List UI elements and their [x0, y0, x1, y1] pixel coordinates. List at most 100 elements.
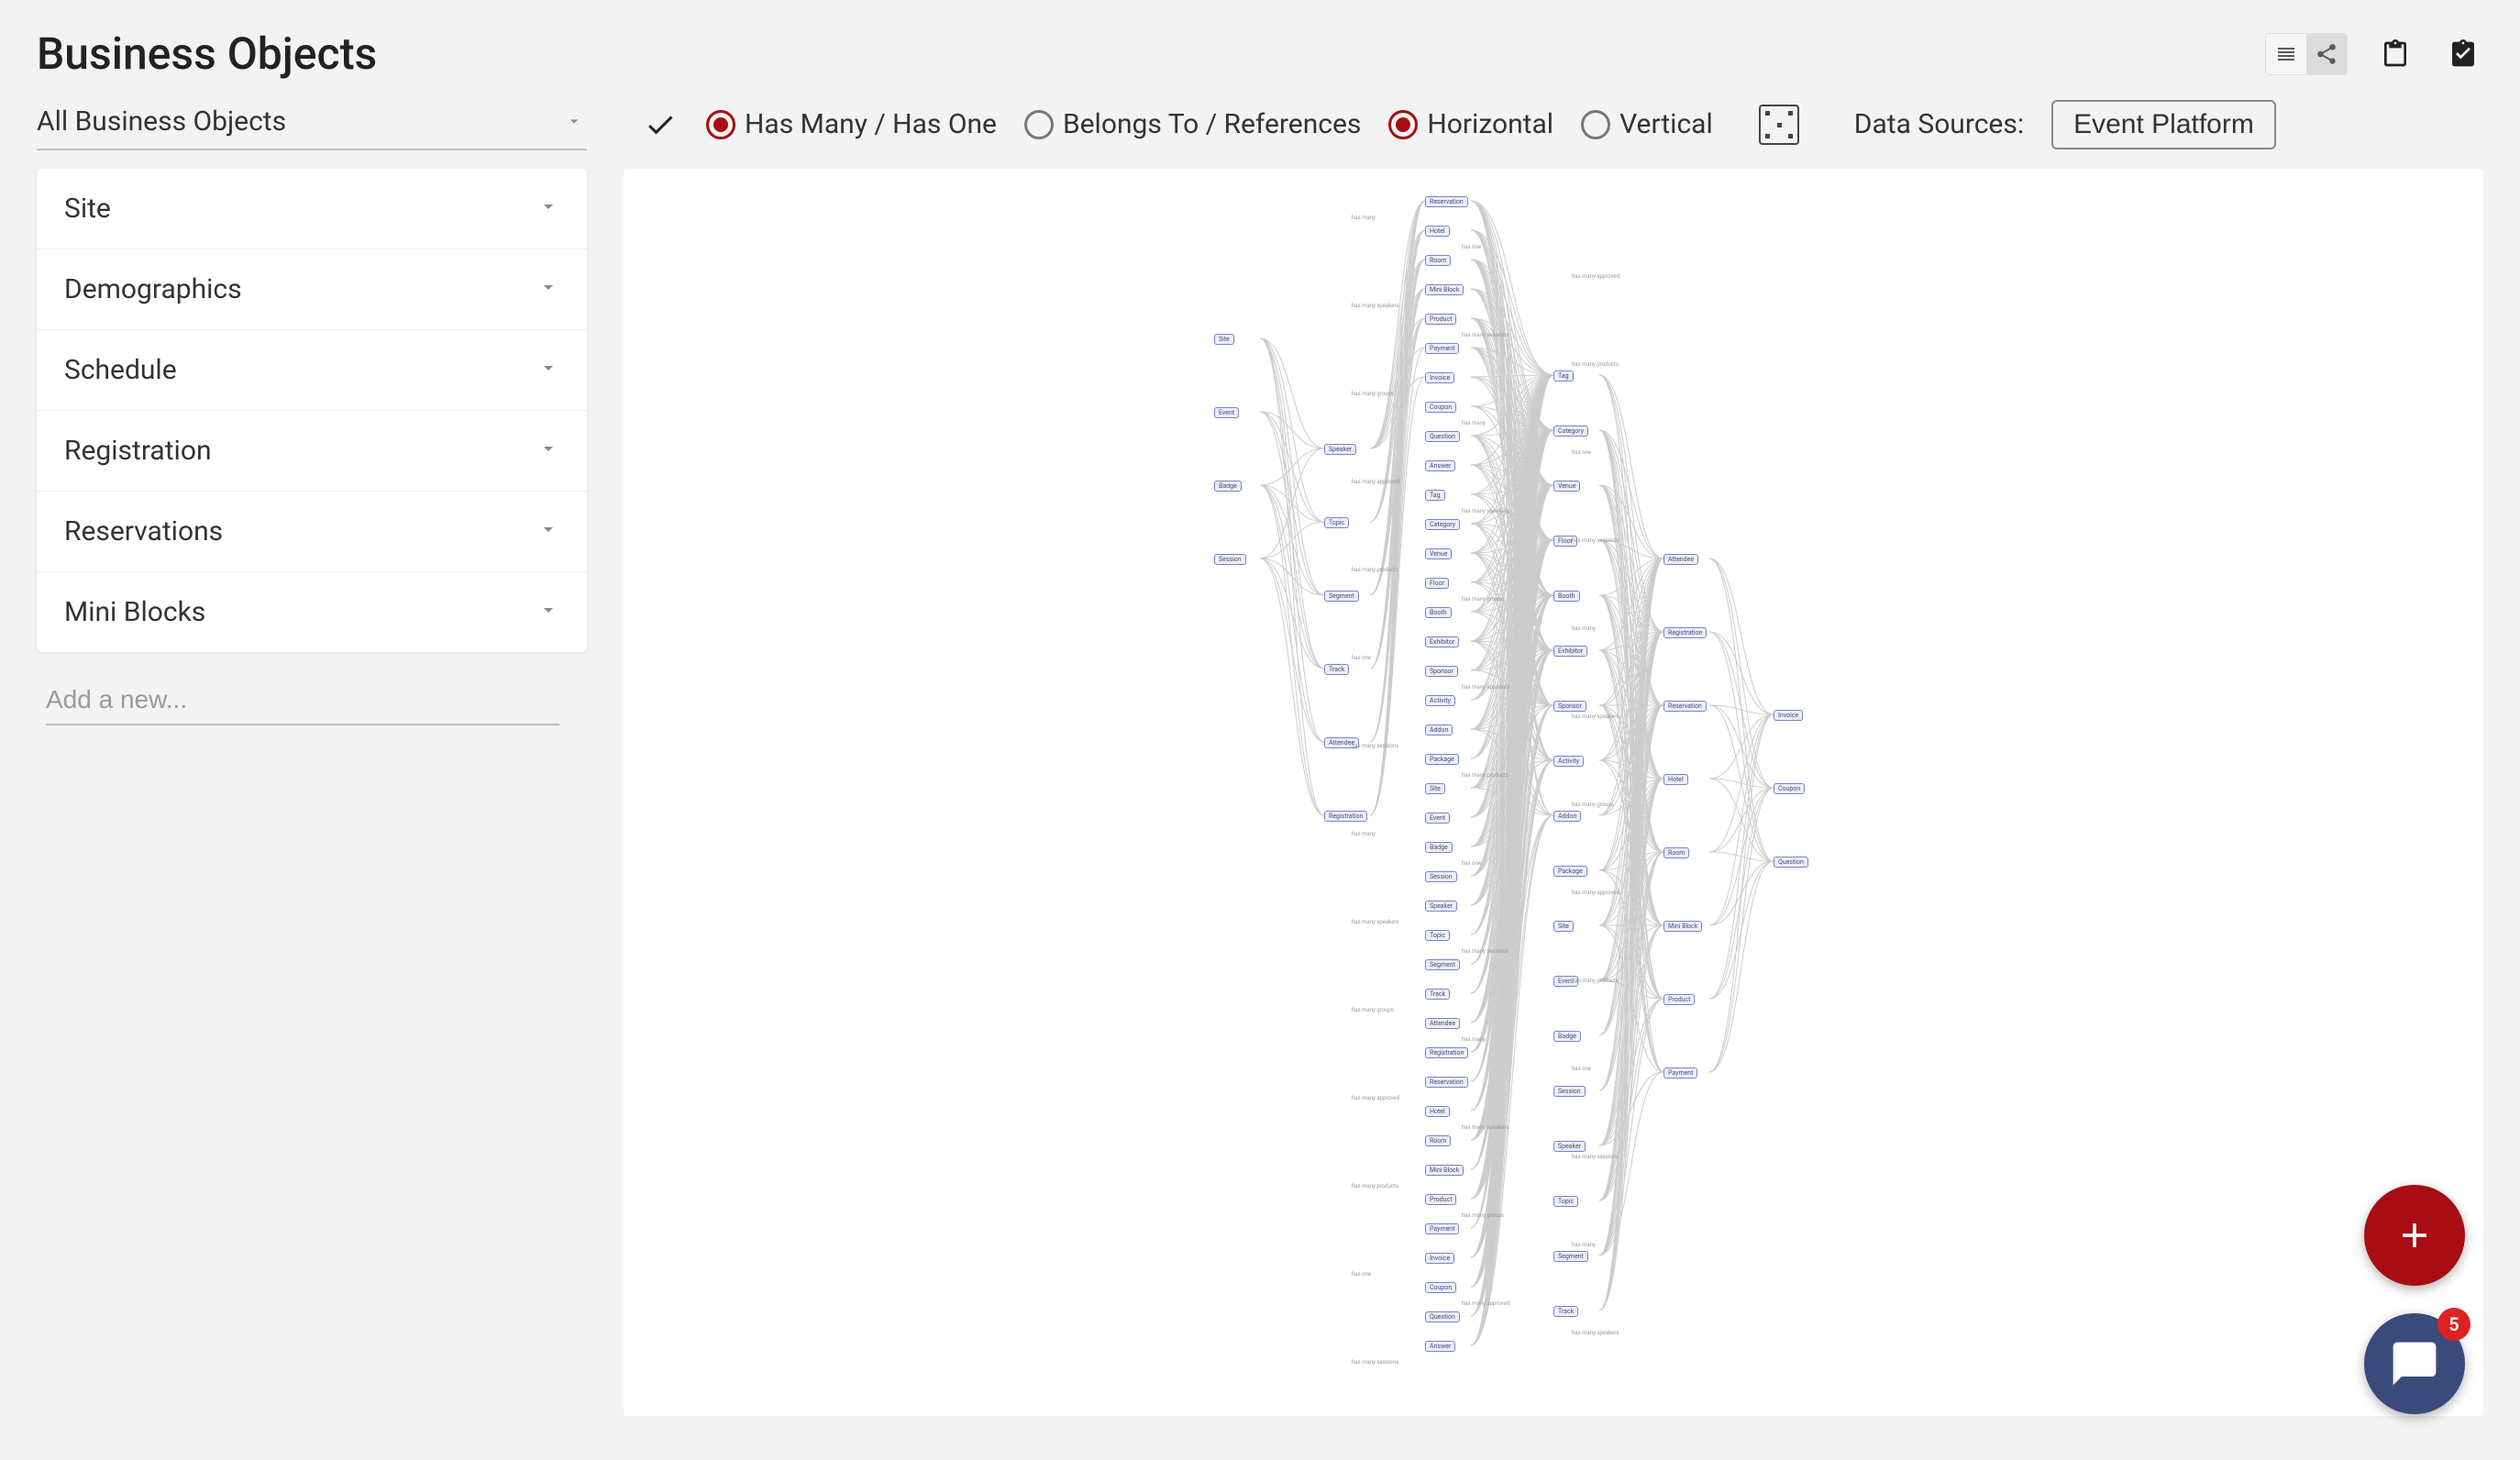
add-new-input[interactable]	[46, 676, 559, 725]
clipboard-check-icon[interactable]	[2443, 34, 2483, 74]
diagram-node[interactable]: Topic	[1553, 1196, 1578, 1207]
diagram-node[interactable]: Hotel	[1425, 226, 1450, 237]
diagram-node[interactable]: Addon	[1553, 811, 1581, 822]
diagram-node[interactable]: Speaker	[1425, 901, 1457, 912]
diagram-node[interactable]: Payment	[1425, 343, 1459, 354]
diagram-node[interactable]: Coupon	[1425, 1282, 1456, 1293]
object-filter-dropdown[interactable]: All Business Objects	[37, 98, 587, 150]
diagram-node[interactable]: Track	[1553, 1306, 1578, 1317]
belongs-to-radio[interactable]: Belongs To / References	[1024, 108, 1361, 140]
diagram-node[interactable]: Reservation	[1425, 196, 1468, 207]
diagram-node[interactable]: Event	[1214, 407, 1239, 418]
diagram-node[interactable]: Badge	[1214, 481, 1242, 492]
diagram-node[interactable]: Product	[1663, 994, 1695, 1005]
accordion-item-mini-blocks[interactable]: Mini Blocks	[37, 572, 587, 652]
diagram-node[interactable]: Sponsor	[1425, 666, 1458, 677]
diagram-node[interactable]: Room	[1663, 847, 1689, 858]
diagram-node[interactable]: Registration	[1324, 811, 1367, 822]
diagram-node[interactable]: Reservation	[1425, 1077, 1468, 1088]
diagram-node[interactable]: Segment	[1425, 959, 1460, 970]
diagram-node[interactable]: Venue	[1425, 548, 1452, 559]
diagram-node[interactable]: Hotel	[1663, 774, 1688, 785]
diagram-node[interactable]: Question	[1774, 857, 1808, 868]
diagram-node[interactable]: Invoice	[1425, 1253, 1454, 1264]
relationship-diagram: Site Event Badge Session Speaker Topic Segment…	[1141, 187, 1966, 1398]
diagram-node[interactable]: Site	[1214, 334, 1234, 345]
accordion-item-reservations[interactable]: Reservations	[37, 492, 587, 572]
horizontal-radio[interactable]: Horizontal	[1388, 108, 1553, 140]
diagram-node[interactable]: Segment	[1553, 1251, 1588, 1262]
data-source-chip[interactable]: Event Platform	[2051, 100, 2276, 149]
diagram-node[interactable]: Track	[1425, 989, 1450, 1000]
diagram-node[interactable]: Mini Block	[1425, 1165, 1464, 1176]
diagram-node[interactable]: Sponsor	[1553, 701, 1586, 712]
diagram-node[interactable]: Mini Block	[1663, 921, 1702, 932]
diagram-node[interactable]: Payment	[1425, 1223, 1459, 1234]
diagram-node[interactable]: Session	[1214, 554, 1246, 565]
diagram-node[interactable]: Badge	[1553, 1031, 1581, 1042]
diagram-node[interactable]: Activity	[1553, 756, 1584, 767]
diagram-node[interactable]: Invoice	[1774, 710, 1803, 721]
accordion-item-registration[interactable]: Registration	[37, 411, 587, 492]
checkmark-icon[interactable]	[642, 106, 679, 143]
graph-view-icon[interactable]	[2306, 34, 2347, 74]
add-fab-button[interactable]	[2364, 1185, 2465, 1286]
diagram-node[interactable]: Attendee	[1663, 554, 1698, 565]
diagram-node[interactable]: Category	[1425, 519, 1460, 530]
diagram-node[interactable]: Registration	[1663, 627, 1707, 638]
diagram-node[interactable]: Activity	[1425, 695, 1455, 706]
diagram-node[interactable]: Coupon	[1774, 783, 1805, 794]
diagram-node[interactable]: Segment	[1324, 591, 1359, 602]
diagram-node[interactable]: Category	[1553, 426, 1588, 437]
diagram-canvas[interactable]: Site Event Badge Session Speaker Topic Segment…	[624, 169, 2483, 1416]
diagram-node[interactable]: Invoice	[1425, 372, 1454, 383]
diagram-node[interactable]: Registration	[1425, 1047, 1468, 1058]
diagram-node[interactable]: Room	[1425, 255, 1451, 266]
edge-label: has one	[1572, 1066, 1591, 1072]
vertical-radio[interactable]: Vertical	[1581, 108, 1713, 140]
diagram-node[interactable]: Answer	[1425, 460, 1455, 471]
diagram-node[interactable]: Track	[1324, 664, 1349, 675]
diagram-node[interactable]: Answer	[1425, 1341, 1455, 1352]
diagram-node[interactable]: Reservation	[1663, 701, 1707, 712]
chat-widget-button[interactable]: 5	[2364, 1313, 2465, 1414]
diagram-node[interactable]: Topic	[1324, 517, 1349, 528]
diagram-node[interactable]: Hotel	[1425, 1106, 1450, 1117]
diagram-node[interactable]: Booth	[1425, 607, 1452, 618]
diagram-node[interactable]: Exhibitor	[1553, 646, 1587, 657]
diagram-node[interactable]: Product	[1425, 314, 1456, 325]
accordion-item-schedule[interactable]: Schedule	[37, 330, 587, 411]
diagram-node[interactable]: Tag	[1553, 371, 1574, 382]
accordion-item-demographics[interactable]: Demographics	[37, 249, 587, 330]
diagram-node[interactable]: Payment	[1663, 1067, 1697, 1078]
diagram-node[interactable]: Speaker	[1324, 444, 1356, 455]
diagram-node[interactable]: Session	[1553, 1086, 1586, 1097]
diagram-node[interactable]: Badge	[1425, 842, 1453, 853]
diagram-node[interactable]: Question	[1425, 431, 1460, 442]
diagram-node[interactable]: Question	[1425, 1311, 1460, 1322]
diagram-node[interactable]: Floor	[1425, 578, 1449, 589]
diagram-node[interactable]: Speaker	[1553, 1141, 1586, 1152]
accordion-item-site[interactable]: Site	[37, 169, 587, 249]
diagram-node[interactable]: Tag	[1425, 490, 1445, 501]
fit-to-screen-icon[interactable]	[1759, 105, 1799, 145]
diagram-node[interactable]: Package	[1553, 866, 1587, 877]
clipboard-icon[interactable]	[2375, 34, 2415, 74]
diagram-node[interactable]: Site	[1553, 921, 1574, 932]
has-many-radio[interactable]: Has Many / Has One	[706, 108, 997, 140]
diagram-node[interactable]: Site	[1425, 783, 1445, 794]
diagram-node[interactable]: Addon	[1425, 724, 1453, 736]
diagram-node[interactable]: Package	[1425, 754, 1459, 765]
diagram-node[interactable]: Coupon	[1425, 402, 1456, 413]
diagram-node[interactable]: Session	[1425, 871, 1457, 882]
diagram-node[interactable]: Venue	[1553, 481, 1580, 492]
diagram-node[interactable]: Event	[1425, 813, 1450, 824]
diagram-node[interactable]: Booth	[1553, 591, 1580, 602]
diagram-node[interactable]: Room	[1425, 1135, 1451, 1146]
list-view-icon[interactable]	[2266, 34, 2306, 74]
diagram-node[interactable]: Product	[1425, 1194, 1456, 1205]
diagram-node[interactable]: Mini Block	[1425, 284, 1464, 295]
diagram-node[interactable]: Attendee	[1425, 1018, 1460, 1029]
diagram-node[interactable]: Exhibitor	[1425, 636, 1459, 647]
diagram-node[interactable]: Topic	[1425, 930, 1450, 941]
